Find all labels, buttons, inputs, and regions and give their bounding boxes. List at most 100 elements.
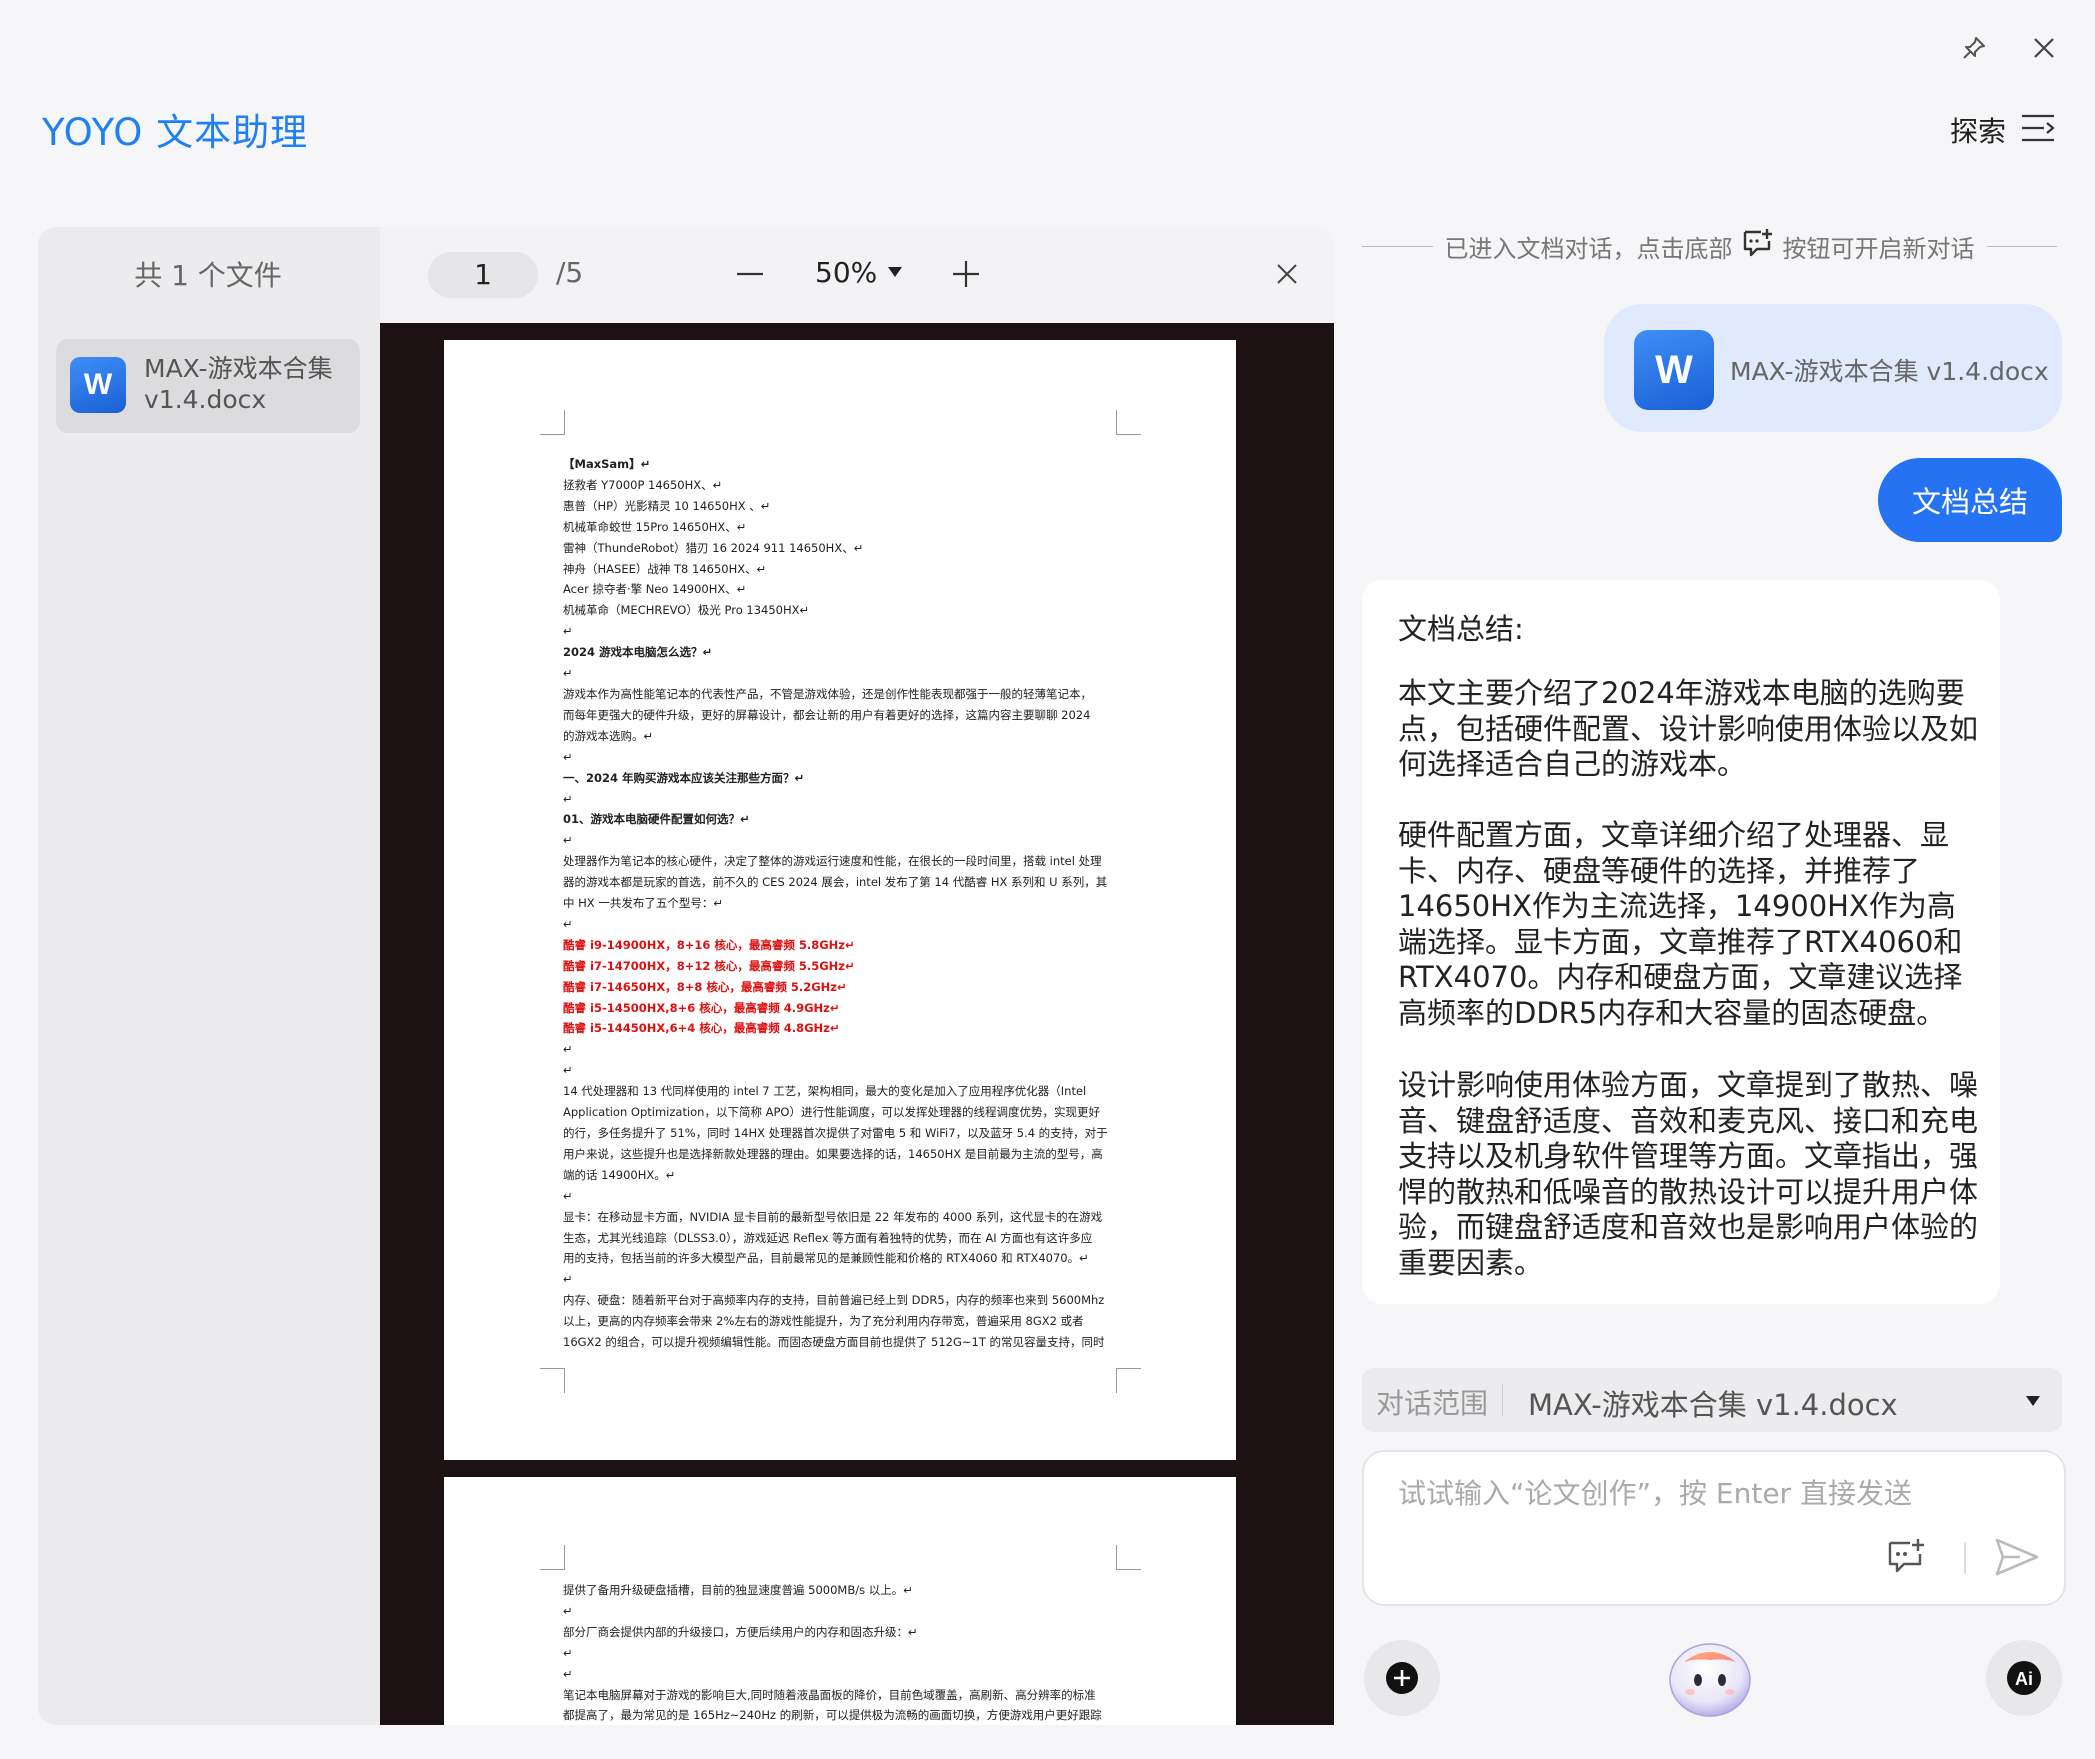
app-title: YOYO 文本助理 xyxy=(42,111,309,154)
document-line: Acer 掠夺者·擎 Neo 14900HX、↵ xyxy=(563,582,747,597)
document-line: 中 HX 一共发布了五个型号：↵ xyxy=(563,896,723,911)
chevron-down-icon[interactable] xyxy=(888,267,902,277)
new-chat-icon xyxy=(1741,227,1775,265)
document-line: ↵ xyxy=(563,1188,573,1203)
document-line: 酷睿 i7-14650HX，8+8 核心，最高睿频 5.2GHz↵ xyxy=(563,979,847,994)
crop-mark xyxy=(1116,410,1141,435)
close-viewer-icon[interactable] xyxy=(1272,259,1302,289)
word-icon: W xyxy=(70,357,126,413)
document-line: 酷睿 i5-14500HX,8+6 核心，最高睿频 4.9GHz↵ xyxy=(563,1000,840,1015)
document-line: 而每年更强大的硬件升级，更好的屏幕设计，都会让新的用户有着更好的选择，这篇内容主… xyxy=(563,707,1091,722)
document-line: ↵ xyxy=(563,1272,573,1287)
attached-file-card[interactable]: W MAX-游戏本合集 v1.4.docx xyxy=(1604,304,2062,432)
divider xyxy=(1362,245,1433,247)
plus-circle-icon xyxy=(1386,1662,1418,1694)
document-line: 笔记本电脑屏幕对于游戏的影响巨大,同时随着液晶面板的降价，目前色域覆盖，高刷新、… xyxy=(563,1687,1096,1702)
hint-text-after: 按钮可开启新对话 xyxy=(1782,234,1975,263)
document-line: 2024 游戏本电脑怎么选？↵ xyxy=(563,645,713,660)
file-count: 共 1 个文件 xyxy=(134,259,282,292)
document-line: Application Optimization，以下简称 APO）进行性能调度… xyxy=(563,1105,1100,1120)
send-icon[interactable] xyxy=(1994,1536,2040,1578)
document-line: 用的支持，包括当前的许多大模型产品，目前最常见的是兼顾性能和价格的 RTX406… xyxy=(563,1251,1089,1266)
chat-input-placeholder: 试试输入“论文创作”，按 Enter 直接发送 xyxy=(1398,1477,1912,1510)
document-line: 一、2024 年购买游戏本应该关注那些方面？↵ xyxy=(563,770,805,785)
conversation-hint: 已进入文档对话，点击底部 按钮可开启新对话 xyxy=(1362,228,2057,264)
file-name: MAX-游戏本合集 v1.4.docx xyxy=(144,354,333,414)
document-line: 器的游戏本都是玩家的首选，前不久的 CES 2024 展会，intel 发布了第… xyxy=(563,875,1108,890)
document-line: 的行，多任务提升了 51%，同时 14HX 处理器首次提供了对雷电 5 和 Wi… xyxy=(563,1126,1108,1140)
assistant-answer: 文档总结: 本文主要介绍了2024年游戏本电脑的选购要点，包括硬件配置、设计影响… xyxy=(1362,580,2000,1304)
document-line: ↵ xyxy=(563,1063,573,1078)
add-button[interactable] xyxy=(1364,1640,1440,1716)
ai-icon-label: Ai xyxy=(2015,1669,2033,1689)
document-line: 机械革命蛟世 15Pro 14650HX、↵ xyxy=(563,519,747,534)
document-line: ↵ xyxy=(563,1042,573,1057)
zoom-out-icon[interactable] xyxy=(735,256,765,292)
hint-text-before: 已进入文档对话，点击底部 xyxy=(1444,234,1733,263)
document-line: ↵ xyxy=(563,916,573,931)
document-line: 以上，更高的内存频率会带来 2%左右的游戏性能提升，为了充分利用内存带宽，普遍采… xyxy=(563,1314,1084,1329)
document-line: 神舟（HASEE）战神 T8 14650HX、↵ xyxy=(563,561,767,576)
scope-label: 对话范围 xyxy=(1376,1387,1489,1420)
document-line: ↵ xyxy=(563,791,573,806)
chat-input[interactable]: 试试输入“论文创作”，按 Enter 直接发送 xyxy=(1362,1450,2066,1606)
document-line: ↵ xyxy=(563,666,573,681)
document-line: 酷睿 i7-14700HX，8+12 核心，最高睿频 5.5GHz↵ xyxy=(563,958,855,973)
document-line: 酷睿 i5-14450HX,6+4 核心，最高睿频 4.8GHz↵ xyxy=(563,1021,840,1036)
document-line: 游戏本作为高性能笔记本的代表性产品，不管是游戏体验，还是创作性能表现都强于一般的… xyxy=(563,686,1092,701)
document-line: 都提高了，最为常见的是 165Hz~240Hz 的刷新，可以提供极为流畅的画面切… xyxy=(563,1708,1102,1723)
scope-value: MAX-游戏本合集 v1.4.docx xyxy=(1528,1388,1898,1422)
explore-button[interactable]: 探索 xyxy=(1950,110,2006,150)
document-line: 16GX2 的组合，可以提升视频编辑性能。而固态硬盘方面目前也提供了 512G~… xyxy=(563,1335,1105,1350)
ai-icon: Ai xyxy=(2007,1661,2041,1695)
close-icon[interactable] xyxy=(2026,30,2062,66)
document-line: 01、游戏本电脑硬件配置如何选？↵ xyxy=(563,812,750,827)
document-line: ↵ xyxy=(563,833,573,848)
page-total: /5 xyxy=(556,256,584,289)
crop-mark xyxy=(540,410,565,435)
document-line: 提供了备用升级硬盘插槽，目前的独显速度普遍 5000MB/s 以上。↵ xyxy=(563,1583,913,1597)
document-line: 生态，尤其光线追踪（DLSS3.0），游戏延迟 Reflex 等方面有着独特的优… xyxy=(563,1230,1093,1245)
answer-paragraph: 本文主要介绍了2024年游戏本电脑的选购要点，包括硬件配置、设计影响使用体验以及… xyxy=(1398,676,1979,781)
document-line: 显卡：在移动显卡方面，NVIDIA 显卡目前的最新型号依旧是 22 年发布的 4… xyxy=(563,1209,1103,1224)
divider xyxy=(1986,245,2057,247)
crop-mark xyxy=(540,1368,565,1393)
new-chat-button[interactable] xyxy=(1884,1536,1928,1576)
document-line: ↵ xyxy=(563,1645,573,1660)
user-message: 文档总结 xyxy=(1878,458,2062,542)
crop-mark xyxy=(1116,1368,1141,1393)
menu-lines-icon[interactable] xyxy=(2020,112,2056,144)
divider xyxy=(1502,1384,1503,1416)
document-page: 【MaxSam】↵ 拯救者 Y7000P 14650HX、↵ 惠普（HP）光影精灵 … xyxy=(444,340,1236,1460)
crop-mark xyxy=(540,1545,565,1570)
mascot-icon[interactable] xyxy=(1664,1636,1756,1720)
file-name: MAX-游戏本合集 v1.4.docx xyxy=(1730,357,2049,386)
ai-button[interactable]: Ai xyxy=(1986,1640,2062,1716)
document-page: 提供了备用升级硬盘插槽，目前的独显速度普遍 5000MB/s 以上。↵ ↵ 部分厂商… xyxy=(444,1477,1236,1725)
document-line: ↵ xyxy=(563,1666,573,1681)
document-line: 拯救者 Y7000P 14650HX、↵ xyxy=(563,477,723,492)
document-line: 的游戏本选购。↵ xyxy=(563,728,654,743)
document-line: ↵ xyxy=(563,749,573,764)
document-line: 机械革命（MECHREVO）极光 Pro 13450HX↵ xyxy=(563,603,810,618)
answer-title: 文档总结: xyxy=(1398,612,1524,646)
conversation-scope-select[interactable]: 对话范围 MAX-游戏本合集 v1.4.docx xyxy=(1362,1368,2062,1432)
page-number-input[interactable]: 1 xyxy=(428,252,538,298)
document-line: 惠普（HP）光影精灵 10 14650HX 、↵ xyxy=(563,498,771,513)
file-list-item[interactable]: W MAX-游戏本合集 v1.4.docx xyxy=(56,339,360,433)
document-line: ↵ xyxy=(563,1603,573,1618)
document-viewer[interactable]: 【MaxSam】↵ 拯救者 Y7000P 14650HX、↵ 惠普（HP）光影精灵 … xyxy=(380,323,1334,1725)
document-line: 14 代处理器和 13 代同样使用的 intel 7 工艺，架构相同，最大的变化… xyxy=(563,1084,1087,1099)
document-text: 提供了备用升级硬盘插槽，目前的独显速度普遍 5000MB/s 以上。↵ ↵ 部分厂商… xyxy=(563,1580,1123,1725)
document-line: 端的话 14900HX。↵ xyxy=(563,1167,676,1182)
answer-paragraph: 硬件配置方面，文章详细介绍了处理器、显卡、内存、硬盘等硬件的选择，并推荐了146… xyxy=(1398,818,1963,1030)
zoom-in-icon[interactable] xyxy=(951,256,981,292)
zoom-select[interactable]: 50% xyxy=(815,256,877,289)
pin-icon[interactable] xyxy=(1956,30,1992,66)
crop-mark xyxy=(1116,1545,1141,1570)
document-line: 用户来说，这些提升也是选择新款处理器的理由。如果要选择的话，14650HX 是目… xyxy=(563,1146,1103,1161)
document-line: 部分厂商会提供内部的升级接口，方便后续用户的内存和固态升级：↵ xyxy=(563,1624,918,1639)
chevron-down-icon[interactable] xyxy=(2026,1396,2040,1406)
document-line: ↵ xyxy=(563,624,573,639)
document-line: 酷睿 i9-14900HX，8+16 核心，最高睿频 5.8GHz↵ xyxy=(563,937,855,952)
